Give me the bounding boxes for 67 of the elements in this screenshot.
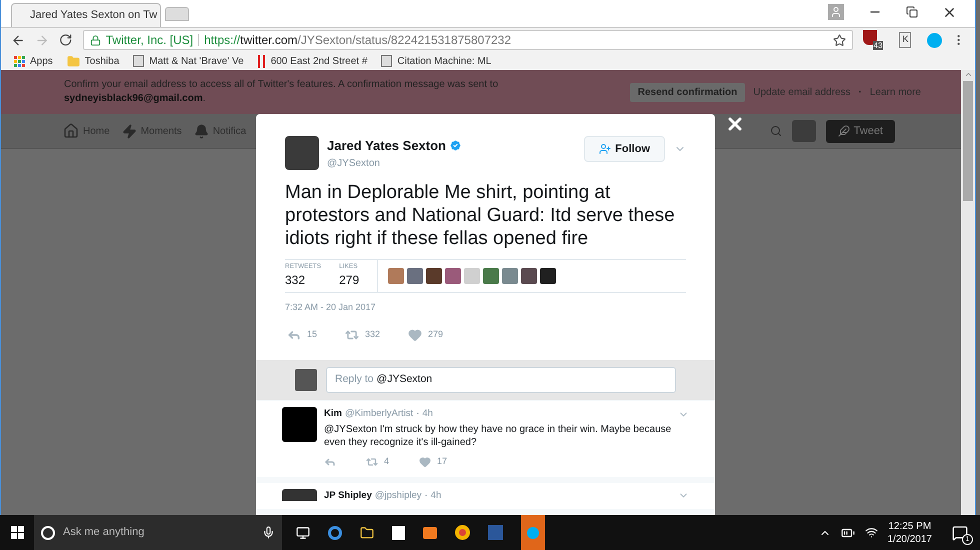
bookmark-item[interactable]: Matt & Nat 'Brave' Ve [133, 54, 244, 68]
stat-value[interactable]: 279 [339, 271, 360, 290]
page-favicon-icon [133, 55, 144, 67]
address-bar[interactable]: Twitter, Inc. [US] https://twitter.com/JYSexton/status/822421531875807232 [82, 30, 853, 50]
reply-author-name[interactable]: JP Shipley [324, 488, 372, 503]
bars-icon [258, 54, 266, 68]
stat-value[interactable]: 332 [285, 271, 322, 290]
reply-placeholder: Reply to [335, 372, 374, 388]
clock-time[interactable]: 12:25 PM [888, 520, 932, 532]
scroll-up-icon[interactable] [964, 70, 972, 79]
reply-mention: @JYSexton [376, 372, 432, 388]
search-placeholder: Ask me anything [63, 525, 144, 540]
tweet-timestamp: 7:32 AM - 20 Jan 2017 [285, 300, 377, 314]
liker-avatar[interactable] [521, 268, 538, 284]
clock-date[interactable]: 1/20/2017 [888, 532, 932, 546]
action-count: 332 [365, 328, 380, 342]
scrollbar[interactable] [961, 70, 975, 515]
bookmark-star-icon[interactable] [832, 34, 846, 46]
tweet-button[interactable]: Tweet [826, 120, 895, 142]
bookmark-item[interactable]: Toshiba [66, 54, 120, 68]
liker-avatar[interactable] [426, 268, 442, 284]
cortana-search-field[interactable]: Ask me anything [34, 515, 282, 550]
follow-person-icon [599, 143, 612, 155]
banner-message: Confirm your email address to access all of Twitter's features. A confirmation message was sent to sydneyisblack96@gmail.com. [64, 79, 498, 104]
lock-icon [90, 34, 101, 46]
site-identity: Twitter, Inc. [US] [106, 32, 194, 49]
reply-author-name[interactable]: Kim [324, 407, 342, 422]
user-avatar [295, 369, 317, 391]
apps-grid-icon [14, 56, 25, 66]
restore-icon[interactable] [906, 6, 918, 18]
bookmark-item[interactable]: 600 East 2nd Street # [258, 54, 368, 68]
separator-dot: · [424, 488, 428, 503]
separator-dot: · [416, 407, 420, 421]
reply-text: @JYSexton I'm struck by how they have no grace in their win. Maybe because even they recognize it's ill-gained? [324, 423, 672, 450]
liker-avatar[interactable] [540, 268, 556, 284]
extension-letter-icon[interactable]: K [899, 32, 912, 48]
notifications-icon[interactable] [952, 524, 968, 540]
task-view-icon[interactable] [296, 526, 310, 540]
page-favicon-icon [381, 55, 392, 67]
back-icon[interactable] [11, 32, 26, 48]
media-player-icon[interactable] [423, 526, 437, 538]
scrollbar-thumb[interactable] [963, 81, 973, 201]
reply-avatar[interactable] [282, 488, 317, 501]
quill-icon [838, 125, 850, 137]
author-name[interactable]: Jared Yates Sexton [327, 136, 446, 156]
url-text: https://twitter.com/JYSexton/status/822421531875807232 [204, 32, 512, 49]
folder-icon [66, 54, 80, 68]
action-count: 279 [428, 328, 444, 342]
reply-field[interactable]: Reply to @JYSexton [326, 367, 676, 393]
home-icon [63, 123, 79, 139]
action-count: 15 [307, 328, 318, 342]
reload-icon[interactable] [59, 33, 73, 47]
tweet-text: Man in Deplorable Me shirt, pointing at protestors and National Guard: Itd serve these idiots right if these fellas opened fire [285, 180, 676, 250]
lightning-icon [122, 124, 137, 138]
bell-icon [194, 124, 209, 138]
bookmark-item[interactable]: Apps [14, 54, 53, 68]
tab-title: Jared Yates Sexton on Tw [30, 8, 158, 24]
windows-logo-icon[interactable] [10, 526, 24, 539]
folder-icon[interactable] [360, 526, 374, 540]
action-count: 17 [437, 455, 448, 468]
action-count: 4 [384, 455, 390, 468]
microphone-icon[interactable] [262, 526, 275, 539]
separator-dot: · [858, 86, 862, 100]
extension-badge: 43 [872, 41, 884, 50]
bookmark-item[interactable]: Citation Machine: ML [381, 54, 492, 68]
follow-button[interactable]: Follow [584, 136, 665, 162]
browser-tab[interactable]: Jared Yates Sexton on Tw [11, 3, 161, 27]
